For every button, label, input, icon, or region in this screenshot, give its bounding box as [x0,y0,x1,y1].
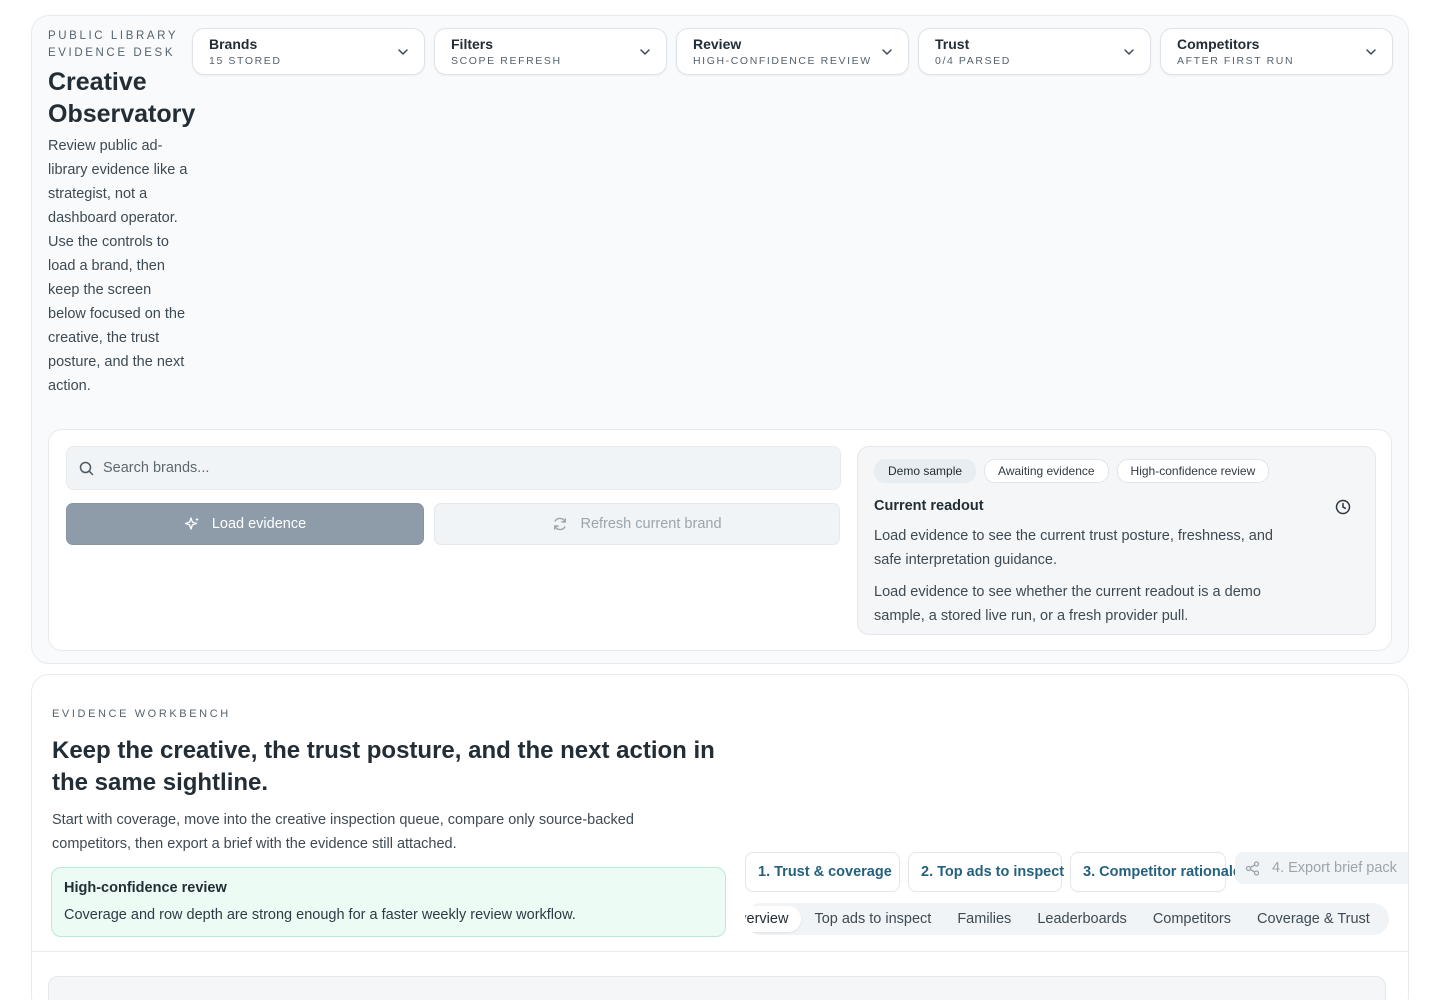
sparkle-icon [184,517,199,530]
review-dropdown[interactable]: Review HIGH-CONFIDENCE REVIEW [676,28,909,75]
workbench-tabs: Overview Top ads to inspect Families Lea… [745,903,1389,935]
chevron-down-icon [1124,49,1134,55]
search-box[interactable] [66,446,841,490]
refresh-brand-label: Refresh current brand [580,516,722,532]
tab-top-ads[interactable]: Top ads to inspect [801,906,944,932]
chevron-down-icon [398,49,408,55]
status-tag-row: Demo sample Awaiting evidence High-confi… [874,459,1359,483]
chevron-down-icon [1366,49,1376,55]
search-input[interactable] [103,460,803,476]
workbench-eyebrow: EVIDENCE WORKBENCH [52,708,231,720]
search-icon [79,461,94,475]
pill-label: Competitors [1177,36,1260,52]
callout-text: Coverage and row depth are strong enough… [64,907,576,923]
control-card: Load evidence Refresh current brand Demo… [48,429,1392,651]
workbench-description: Start with coverage, move into the creat… [52,812,634,852]
brands-dropdown[interactable]: Brands 15 STORED [192,28,425,75]
pill-label: Brands [209,36,258,52]
tab-competitors[interactable]: Competitors [1140,906,1244,932]
share-icon [1245,860,1260,876]
summary-pill-row: Brands 15 STORED Filters SCOPE REFRESH R… [192,28,1393,75]
step-top-ads[interactable]: 2. Top ads to inspect [908,852,1064,892]
load-evidence-button[interactable]: Load evidence [66,503,424,545]
current-readout-card: Demo sample Awaiting evidence High-confi… [857,446,1376,635]
eyebrow-line-1: PUBLIC LIBRARY [48,30,179,42]
step-competitor-rationale[interactable]: 3. Competitor rationale [1070,852,1241,892]
clock-icon [1335,499,1351,515]
callout-title: High-confidence review [64,880,227,896]
tab-coverage-trust[interactable]: Coverage & Trust [1244,906,1383,932]
trust-dropdown[interactable]: Trust 0/4 PARSED [918,28,1151,75]
refresh-icon [554,517,567,531]
workbench-title: Keep the creative, the trust posture, an… [52,737,715,796]
tab-overview[interactable]: Overview [745,906,802,932]
intro-block: PUBLIC LIBRARY EVIDENCE DESK Creative Ob… [48,28,196,398]
pill-sub: AFTER FIRST RUN [1177,55,1295,67]
pill-sub: 15 STORED [209,55,282,67]
step-trust-coverage[interactable]: 1. Trust & coverage [745,852,900,892]
eyebrow-line-2: EVIDENCE DESK [48,47,176,59]
tag-awaiting-evidence[interactable]: Awaiting evidence [984,459,1109,483]
refresh-brand-button[interactable]: Refresh current brand [434,503,840,545]
filters-dropdown[interactable]: Filters SCOPE REFRESH [434,28,667,75]
chevron-down-icon [882,49,892,55]
load-evidence-label: Load evidence [211,516,307,532]
eyebrow-label: PUBLIC LIBRARY EVIDENCE DESK [48,28,193,62]
tab-families[interactable]: Families [944,906,1024,932]
export-brief-label: 4. Export brief pack [1272,860,1397,876]
pill-sub: HIGH-CONFIDENCE REVIEW [693,55,872,67]
pill-sub: SCOPE REFRESH [451,55,562,67]
tab-leaderboards[interactable]: Leaderboards [1024,906,1140,932]
evidence-desk-panel: PUBLIC LIBRARY EVIDENCE DESK Creative Ob… [31,15,1409,664]
workflow-steps: 1. Trust & coverage 2. Top ads to inspec… [745,852,1408,892]
pill-label: Filters [451,36,494,52]
readout-title: Current readout [874,498,984,514]
pill-label: Review [693,36,742,52]
tag-demo-sample[interactable]: Demo sample [874,459,977,483]
evidence-workbench-panel: EVIDENCE WORKBENCH Keep the creative, th… [31,674,1409,1000]
high-confidence-callout: High-confidence review Coverage and row … [51,867,726,937]
page-title: Creative Observatory [48,68,196,128]
readout-text-2: Load evidence to see whether the current… [874,584,1261,624]
workbench-content-card [48,976,1386,1000]
page-description: Review public ad-library evidence like a… [48,138,188,394]
pill-sub: 0/4 PARSED [935,55,1011,67]
chevron-down-icon [640,49,650,55]
readout-text-1: Load evidence to see the current trust p… [874,528,1273,568]
export-brief-button[interactable]: 4. Export brief pack [1235,852,1408,884]
pill-label: Trust [935,36,970,52]
section-divider [32,951,1408,952]
competitors-dropdown[interactable]: Competitors AFTER FIRST RUN [1160,28,1393,75]
tag-high-confidence-review[interactable]: High-confidence review [1116,459,1270,483]
